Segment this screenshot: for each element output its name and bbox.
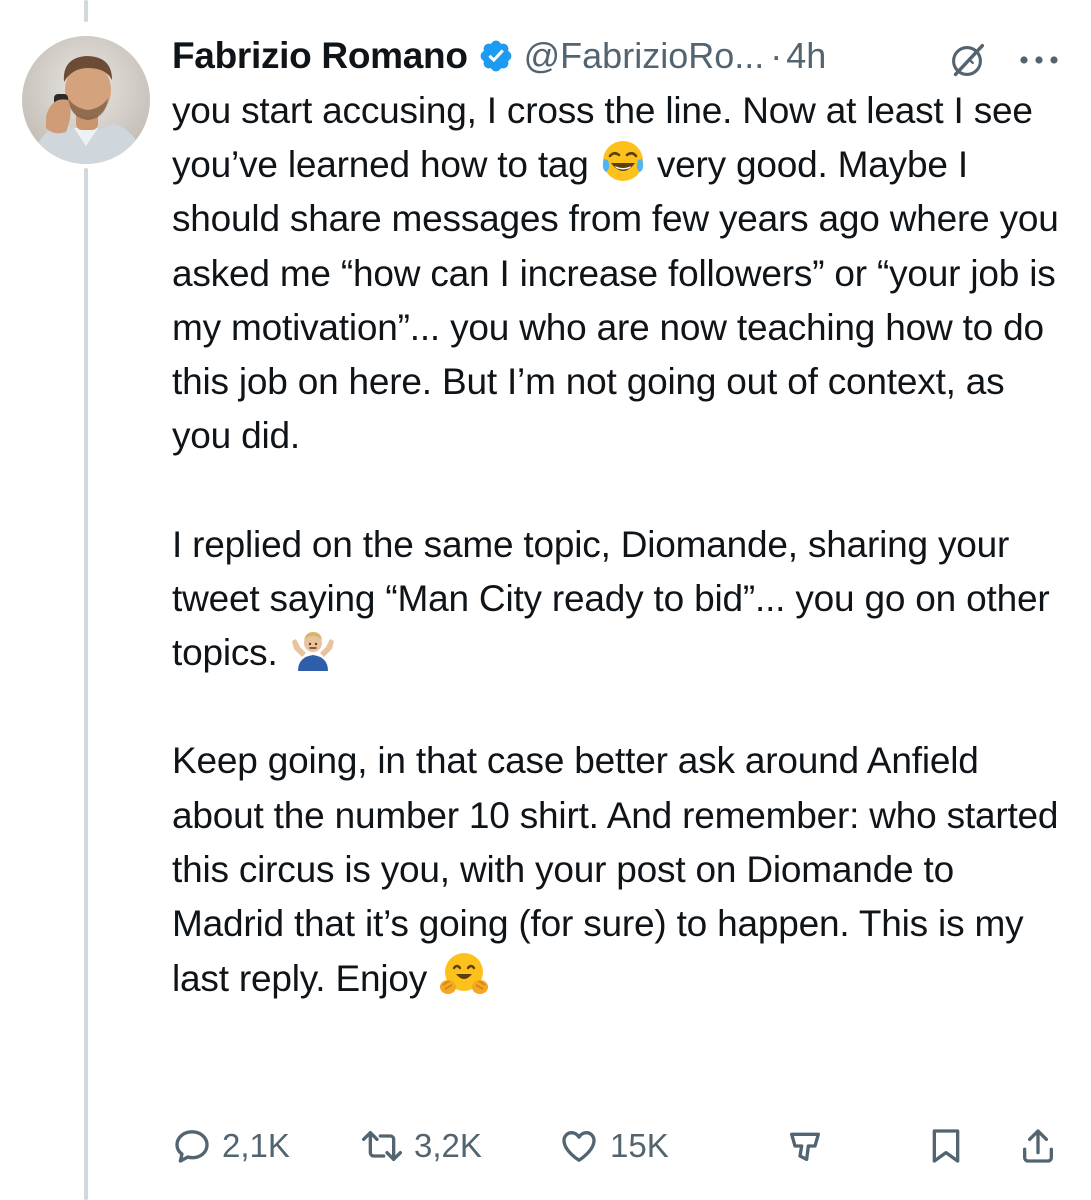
tweet-actions: 2,1K 3,2K 15K: [172, 1118, 1072, 1174]
views-button[interactable]: [784, 1118, 826, 1174]
bookmark-button[interactable]: [926, 1118, 966, 1174]
like-count: 15K: [610, 1127, 669, 1164]
verified-badge-icon[interactable]: [478, 38, 514, 74]
reply-count: 2,1K: [222, 1127, 290, 1164]
tweet-header: Fabrizio Romano @FabrizioRo... · 4h: [172, 28, 1072, 84]
thread-connector-line: [84, 168, 88, 1200]
repost-button[interactable]: 3,2K: [360, 1118, 482, 1174]
avatar[interactable]: [22, 36, 150, 164]
like-button[interactable]: 15K: [558, 1118, 669, 1174]
bookmark-icon: [932, 1129, 960, 1163]
like-icon: [562, 1131, 596, 1162]
share-icon: [1023, 1129, 1053, 1163]
author-handle[interactable]: @FabrizioRo...: [524, 35, 765, 77]
reply-icon: [175, 1130, 209, 1163]
tweet-paragraph-1: you start accusing, I cross the line. No…: [172, 84, 1062, 463]
timestamp[interactable]: 4h: [786, 35, 826, 77]
tweet-text: Keep going, in that case better ask arou…: [172, 740, 1059, 1000]
grok-icon[interactable]: [944, 38, 990, 84]
share-button[interactable]: [1018, 1118, 1058, 1174]
hugging-face-icon: [440, 953, 489, 995]
tweet-body: you start accusing, I cross the line. No…: [172, 84, 1062, 1006]
tweet-text: very good. Maybe I should share messages…: [172, 144, 1059, 457]
more-icon[interactable]: [1014, 40, 1064, 80]
person-shrugging-icon: [291, 632, 334, 672]
reply-button[interactable]: 2,1K: [172, 1118, 290, 1174]
header-separator: ·: [770, 35, 783, 76]
thread-connector-top: [84, 0, 88, 22]
repost-count: 3,2K: [414, 1127, 482, 1164]
views-icon: [790, 1132, 820, 1161]
tweet-paragraph-2: I replied on the same topic, Diomande, s…: [172, 518, 1062, 681]
repost-icon: [361, 1131, 402, 1161]
face-with-tears-of-joy-icon: [602, 141, 643, 182]
tweet-paragraph-3: Keep going, in that case better ask arou…: [172, 734, 1062, 1006]
author-name[interactable]: Fabrizio Romano: [172, 35, 468, 77]
